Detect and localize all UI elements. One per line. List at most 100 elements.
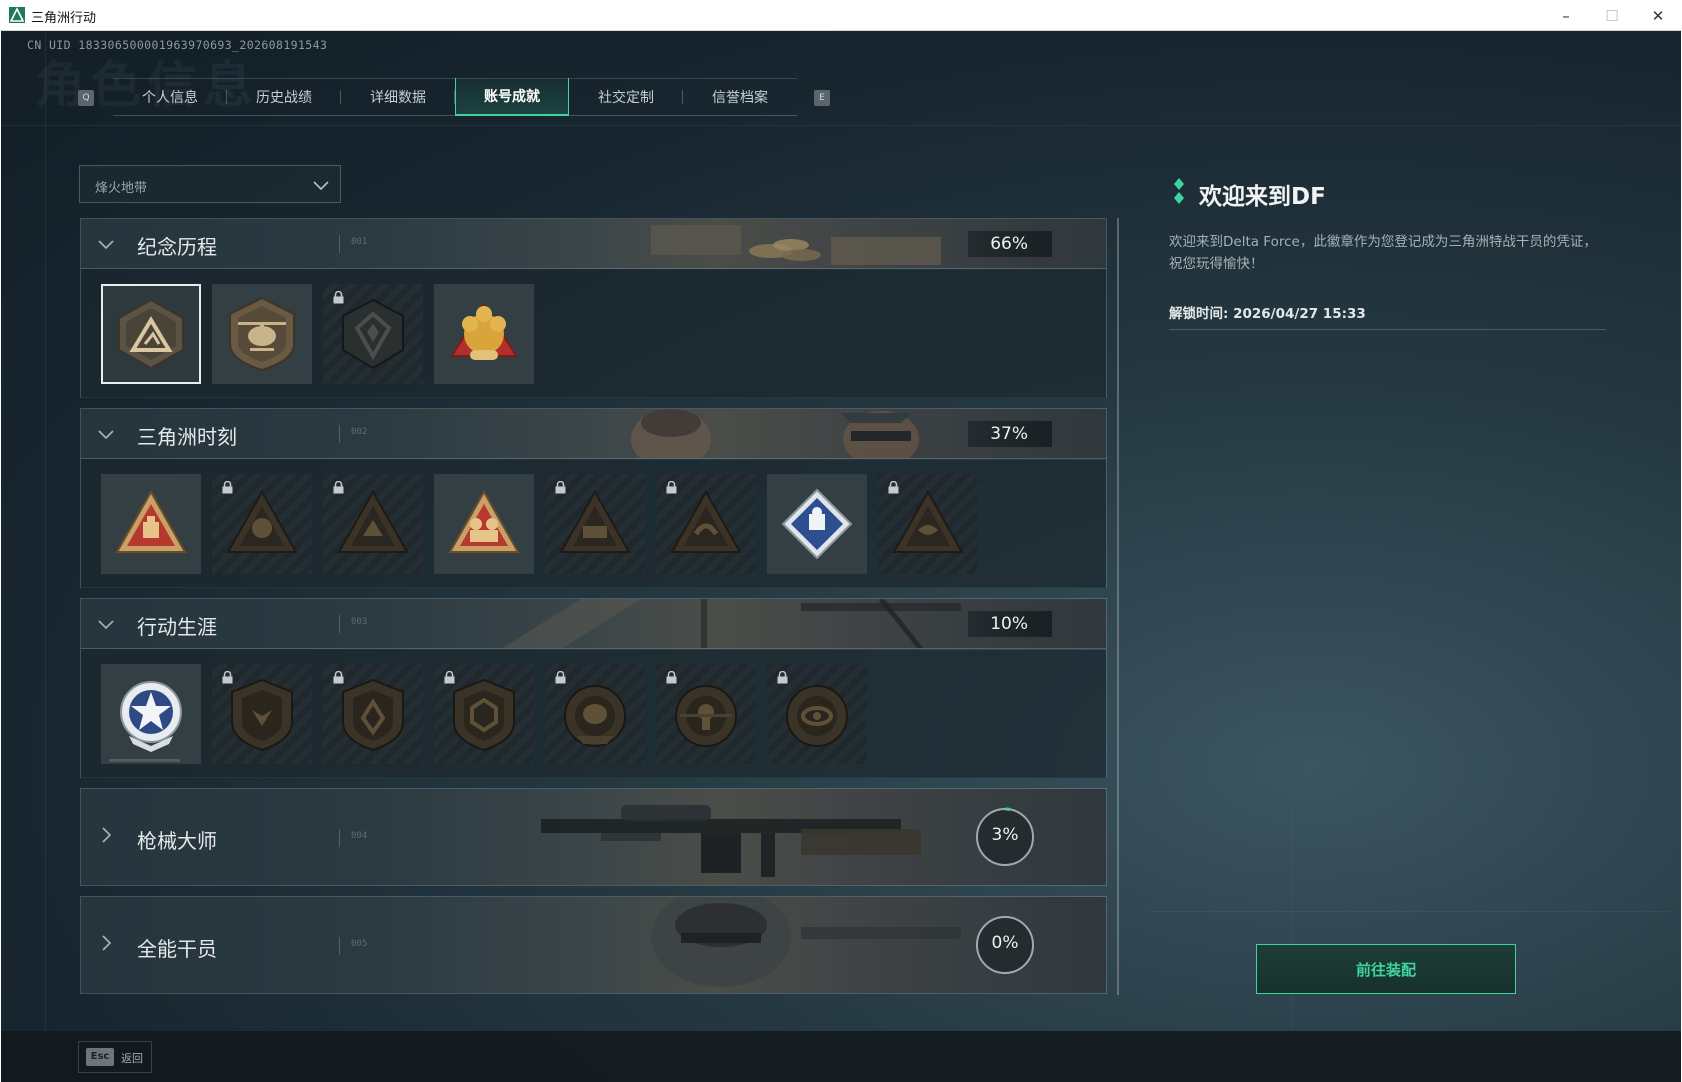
list-scrollbar[interactable] bbox=[1117, 218, 1119, 995]
lock-icon bbox=[222, 671, 233, 684]
badge-slot[interactable] bbox=[434, 284, 534, 384]
coins-artwork bbox=[651, 225, 941, 265]
rifle-artwork bbox=[541, 805, 921, 877]
badge-slot-locked[interactable] bbox=[545, 664, 645, 764]
tab-reputation[interactable]: 信誉档案 bbox=[683, 78, 797, 116]
section-header[interactable]: 行动生涯 003 10% bbox=[81, 599, 1106, 649]
window-title: 三角洲行动 bbox=[31, 11, 97, 26]
lock-icon bbox=[444, 671, 455, 684]
tab-next-key[interactable]: E bbox=[814, 90, 830, 106]
game-screen: 角色信息 CN UID 183306500001963970693_202608… bbox=[1, 31, 1681, 1082]
badge-slot[interactable] bbox=[767, 474, 867, 574]
lock-icon bbox=[333, 671, 344, 684]
chevron-right-icon bbox=[102, 827, 112, 843]
badge-slot[interactable] bbox=[101, 474, 201, 574]
chevron-down-icon bbox=[98, 240, 114, 250]
badge-slot-locked[interactable] bbox=[545, 474, 645, 574]
tab-social[interactable]: 社交定制 bbox=[569, 78, 683, 116]
achievement-section: 行动生涯 003 10% bbox=[80, 598, 1107, 778]
delta-logo-icon bbox=[9, 7, 25, 23]
section-number: 004 bbox=[351, 831, 368, 841]
chevron-right-icon bbox=[102, 935, 112, 951]
app-window: 三角洲行动 – ☐ ✕ 角色信息 CN UID 1833065000019639… bbox=[0, 0, 1682, 1082]
maximize-icon: ☐ bbox=[1605, 6, 1619, 25]
triangle-badge-icon bbox=[892, 489, 964, 553]
maximize-button[interactable]: ☐ bbox=[1589, 0, 1635, 31]
soldier-artwork bbox=[651, 897, 961, 987]
soldiers-triangle-badge-icon bbox=[448, 489, 520, 553]
badge-slot-locked[interactable] bbox=[212, 664, 312, 764]
badge-slot-locked[interactable] bbox=[767, 664, 867, 764]
lock-icon bbox=[777, 671, 788, 684]
esc-keycap: Esc bbox=[86, 1048, 114, 1066]
divider bbox=[339, 937, 340, 955]
section-header[interactable]: 全能干员 005 0% bbox=[81, 897, 1106, 993]
bottom-bar bbox=[1, 1031, 1681, 1082]
badge-slot-locked[interactable] bbox=[323, 284, 423, 384]
grid-line bbox=[1151, 911, 1671, 912]
tab-prev-key[interactable]: Q bbox=[78, 90, 94, 106]
gold-laurel-badge-icon bbox=[450, 302, 518, 360]
lock-icon bbox=[666, 671, 677, 684]
lock-icon bbox=[555, 671, 566, 684]
section-number: 003 bbox=[351, 617, 368, 627]
section-progress: 37% bbox=[968, 421, 1052, 447]
progress-ring: 0% bbox=[974, 914, 1036, 976]
badge-slot-selected[interactable] bbox=[101, 284, 201, 384]
go-equip-button[interactable]: 前往装配 bbox=[1256, 944, 1516, 994]
divider bbox=[339, 235, 340, 253]
grid-line bbox=[1291, 811, 1292, 1051]
section-percent: 66% bbox=[990, 234, 1028, 254]
mode-dropdown-value: 烽火地带 bbox=[95, 181, 148, 196]
badge-grid bbox=[81, 650, 1106, 778]
lock-icon bbox=[222, 481, 233, 494]
mode-dropdown[interactable]: 烽火地带 bbox=[79, 165, 341, 203]
badge-slot[interactable] bbox=[212, 284, 312, 384]
badge-slot-locked[interactable] bbox=[878, 474, 978, 574]
title-bar: 三角洲行动 – ☐ ✕ bbox=[0, 0, 1682, 31]
shield-badge-icon bbox=[231, 678, 293, 752]
lock-icon bbox=[666, 481, 677, 494]
achievement-section: 全能干员 005 0% bbox=[80, 896, 1107, 994]
tab-history[interactable]: 历史战绩 bbox=[227, 78, 341, 116]
divider bbox=[339, 425, 340, 443]
chevron-down-icon bbox=[98, 620, 114, 630]
section-header[interactable]: 纪念历程 001 66% bbox=[81, 219, 1106, 269]
tab-achievements[interactable]: 账号成就 bbox=[455, 78, 569, 116]
badge-slot-locked[interactable] bbox=[434, 664, 534, 764]
section-percent: 10% bbox=[990, 614, 1028, 634]
minimize-button[interactable]: – bbox=[1543, 0, 1589, 31]
tab-personal-info[interactable]: 个人信息 bbox=[113, 78, 227, 116]
badge-grid bbox=[81, 460, 1106, 588]
close-button[interactable]: ✕ bbox=[1635, 0, 1681, 31]
shield-badge-icon bbox=[342, 678, 404, 752]
badge-slot[interactable] bbox=[434, 474, 534, 574]
badge-slot-locked[interactable] bbox=[212, 474, 312, 574]
round-badge-icon bbox=[675, 685, 737, 747]
player-uid: CN UID 183306500001963970693_20260819154… bbox=[27, 38, 328, 52]
section-number: 002 bbox=[351, 427, 368, 437]
section-progress: 66% bbox=[968, 231, 1052, 257]
lock-icon bbox=[333, 481, 344, 494]
section-header[interactable]: 三角洲时刻 002 37% bbox=[81, 409, 1106, 459]
unlock-time: 解锁时间: 2026/04/27 15:33 bbox=[1169, 306, 1366, 322]
divider bbox=[339, 615, 340, 633]
back-button[interactable]: Esc 返回 bbox=[78, 1041, 152, 1073]
badge-slot-locked[interactable] bbox=[323, 664, 423, 764]
helicopter-badge-icon bbox=[229, 296, 295, 372]
lock-icon bbox=[333, 291, 344, 304]
badge-slot-locked[interactable] bbox=[656, 474, 756, 574]
progress-ring: 3% bbox=[974, 806, 1036, 868]
grid-line bbox=[45, 31, 46, 1082]
badge-slot[interactable] bbox=[101, 664, 201, 764]
badge-slot-locked[interactable] bbox=[323, 474, 423, 574]
section-header[interactable]: 枪械大师 004 3% bbox=[81, 789, 1106, 885]
tab-bar: Q 个人信息 历史战绩 详细数据 账号成就 社交定制 信誉档案 E bbox=[73, 78, 841, 116]
badge-slot-locked[interactable] bbox=[656, 664, 756, 764]
operators-artwork bbox=[631, 409, 919, 458]
structure-artwork bbox=[502, 599, 961, 648]
minimize-icon: – bbox=[1562, 6, 1570, 25]
tab-detailed-data[interactable]: 详细数据 bbox=[341, 78, 455, 116]
lock-icon bbox=[888, 481, 899, 494]
grid-line bbox=[1, 125, 1681, 126]
